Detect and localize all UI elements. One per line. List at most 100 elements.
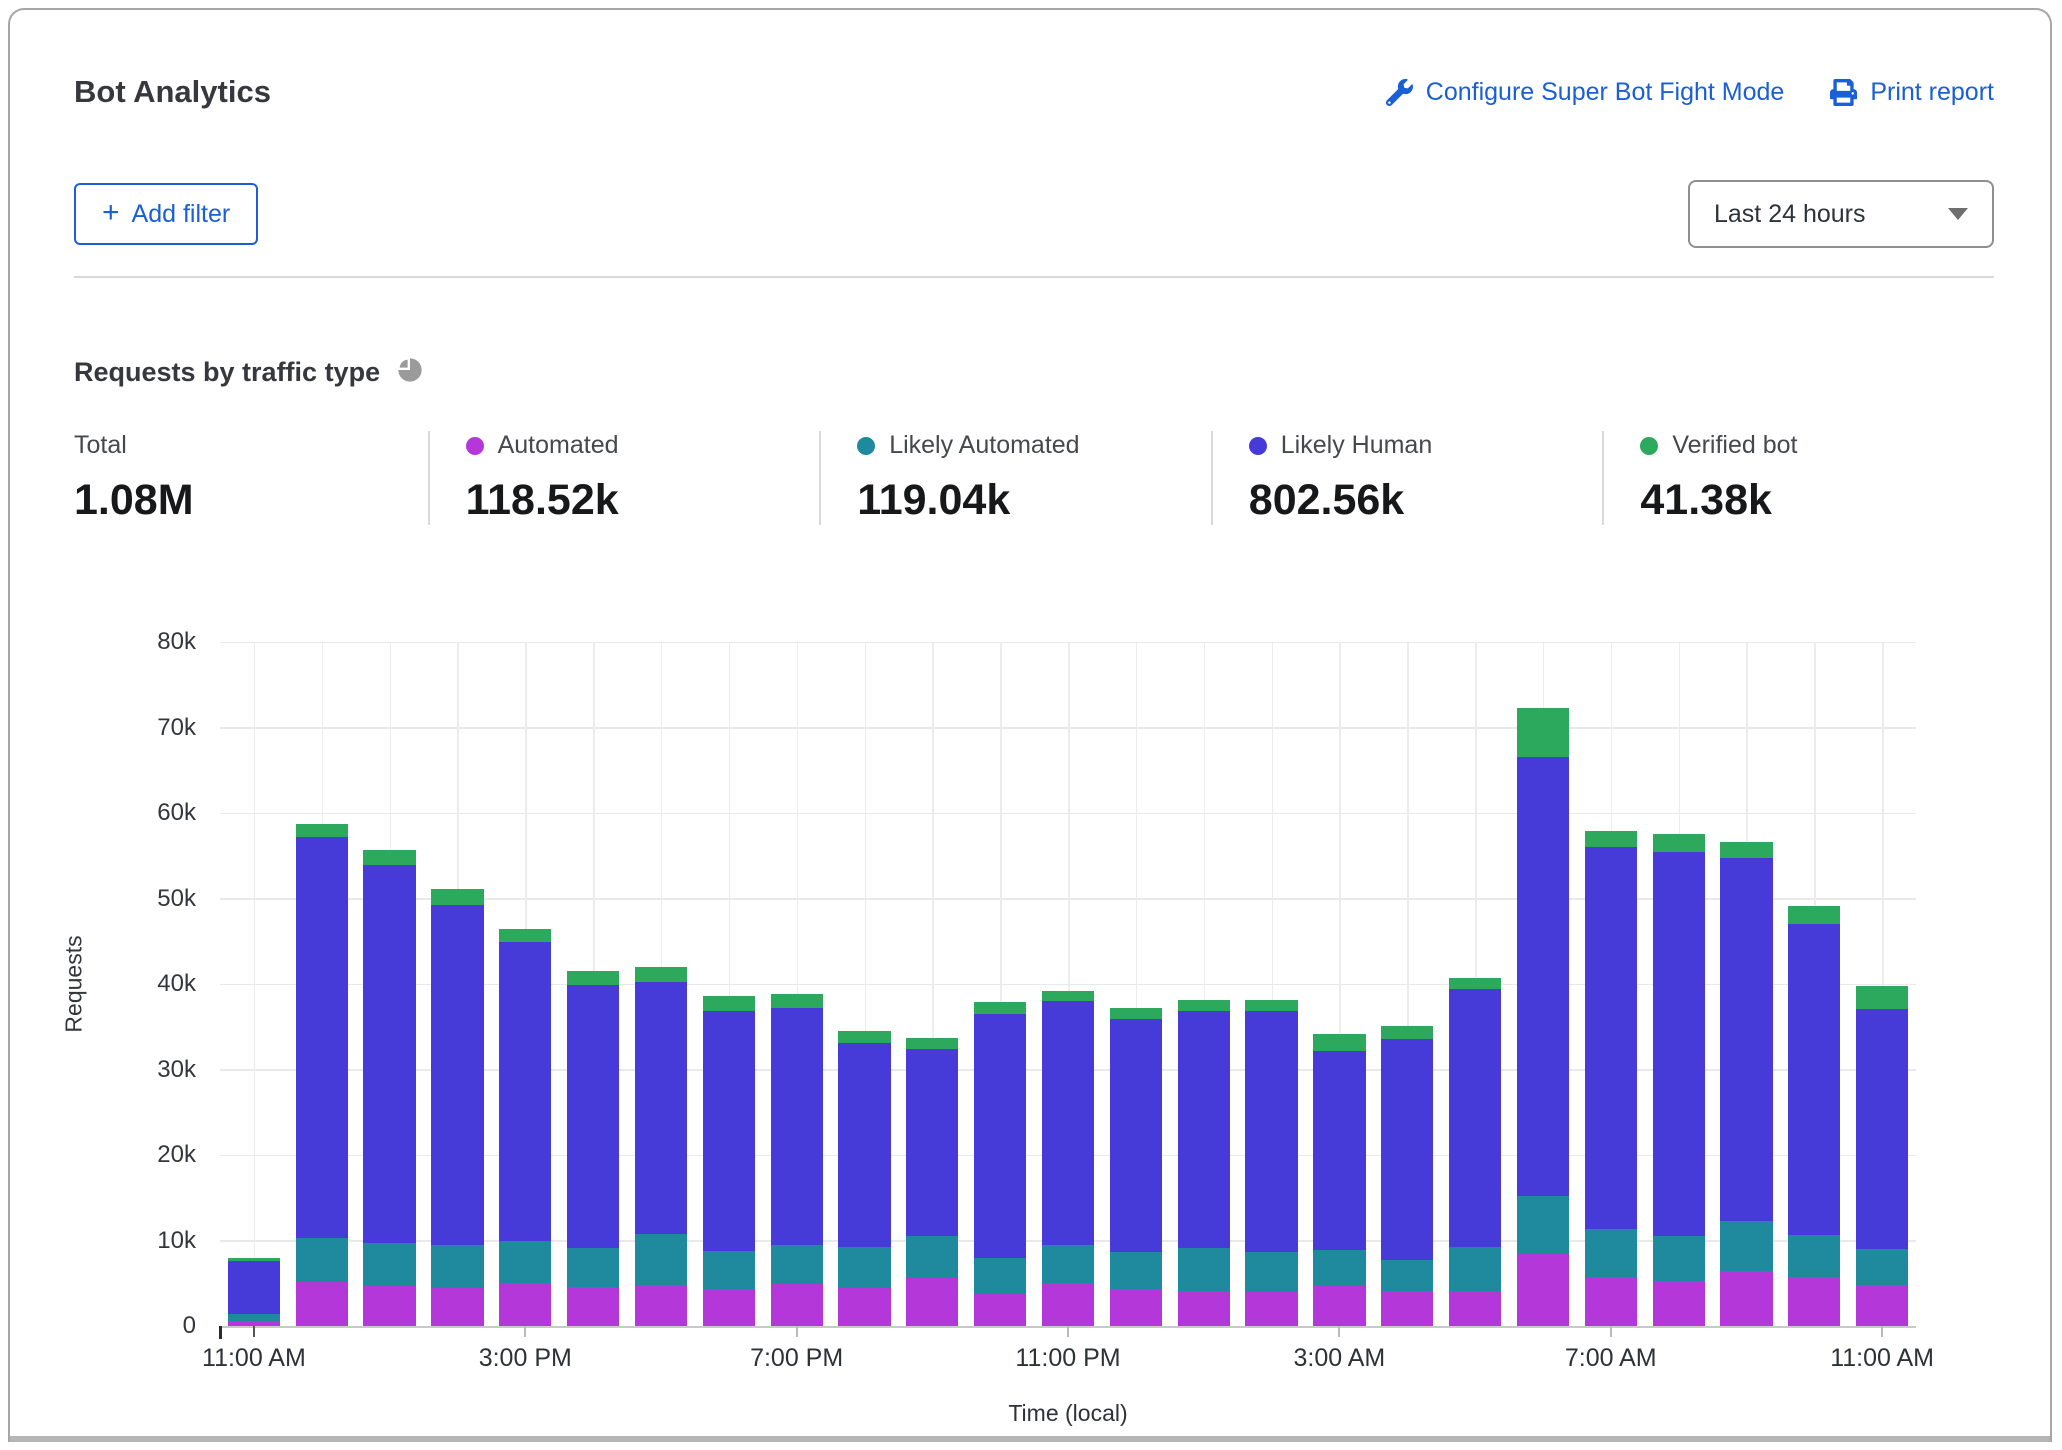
bar-segment-likely-human (703, 1011, 755, 1251)
x-tick-mark (253, 1326, 255, 1337)
y-axis-title: Requests (61, 935, 88, 1032)
stat-automated-value: 118.52k (466, 476, 820, 525)
bar-segment-likely-automated (296, 1238, 348, 1282)
bar-segment-likely-automated (1856, 1249, 1908, 1285)
bar-hour-9 (763, 642, 831, 1326)
requests-chart: Requests 010k20k30k40k50k60k70k80k 11:00… (220, 642, 1916, 1427)
bar-stack (703, 642, 755, 1326)
pie-chart-icon (396, 356, 424, 389)
y-tick-label: 10k (108, 1227, 196, 1255)
bar-segment-likely-automated (228, 1314, 280, 1321)
bar-hour-7 (627, 642, 695, 1326)
bar-segment-automated (1245, 1292, 1297, 1326)
page-title: Bot Analytics (74, 74, 271, 110)
bar-segment-likely-human (228, 1261, 280, 1314)
bar-segment-verified-bot (431, 889, 483, 905)
bar-segment-likely-automated (1653, 1236, 1705, 1280)
main-section: Requests by traffic type Total 1.08M Aut… (10, 278, 2050, 1427)
y-tick-label: 20k (108, 1141, 196, 1169)
bar-segment-likely-human (906, 1049, 958, 1236)
bar-segment-verified-bot (499, 929, 551, 942)
bar-stack (1585, 642, 1637, 1326)
bar-segment-verified-bot (1042, 991, 1094, 1001)
bar-segment-automated (974, 1294, 1026, 1326)
stat-verified-bot-value: 41.38k (1640, 476, 1994, 525)
stat-verified-bot-label: Verified bot (1672, 431, 1797, 460)
bot-analytics-card: Bot Analytics Configure Super Bot Fight … (8, 8, 2052, 1442)
x-tick-mark (1881, 1326, 1883, 1337)
x-axis-title: Time (local) (220, 1400, 1916, 1427)
bar-segment-automated (1653, 1281, 1705, 1326)
bar-stack (228, 642, 280, 1326)
print-report-link[interactable]: Print report (1830, 78, 1994, 107)
x-tick-label: 3:00 AM (1293, 1344, 1385, 1373)
bar-segment-likely-human (1110, 1019, 1162, 1252)
bar-segment-likely-human (1720, 858, 1772, 1221)
bar-hour-8 (695, 642, 763, 1326)
bar-stack (1449, 642, 1501, 1326)
stat-likely-human: Likely Human 802.56k (1211, 431, 1603, 525)
y-tick-label: 60k (108, 799, 196, 827)
bar-segment-automated (1042, 1283, 1094, 1326)
bar-stack (635, 642, 687, 1326)
y-tick-label: 50k (108, 885, 196, 913)
bar-stack (1042, 642, 1094, 1326)
bar-segment-automated (296, 1282, 348, 1326)
bar-segment-automated (1178, 1291, 1230, 1326)
bar-hour-19 (1441, 642, 1509, 1326)
bar-segment-automated (1313, 1286, 1365, 1326)
bar-segment-automated (906, 1278, 958, 1326)
bar-segment-verified-bot (567, 971, 619, 985)
bar-segment-likely-automated (974, 1258, 1026, 1294)
bar-segment-automated (771, 1284, 823, 1326)
bar-segment-likely-human (363, 865, 415, 1243)
bar-segment-likely-automated (1449, 1247, 1501, 1291)
bar-hour-2 (288, 642, 356, 1326)
bar-segment-likely-human (1585, 847, 1637, 1228)
bar-segment-automated (363, 1286, 415, 1326)
print-link-label: Print report (1870, 78, 1994, 107)
bar-segment-verified-bot (1245, 1000, 1297, 1011)
bar-segment-likely-human (1449, 989, 1501, 1246)
bar-stack (838, 642, 890, 1326)
bar-segment-verified-bot (1653, 834, 1705, 852)
bar-stack (974, 642, 1026, 1326)
bar-segment-verified-bot (296, 824, 348, 837)
bar-stack (771, 642, 823, 1326)
x-tick-label: 3:00 PM (479, 1344, 572, 1373)
x-tick-mark (524, 1326, 526, 1337)
bar-segment-likely-automated (1042, 1245, 1094, 1283)
bar-segment-automated (1856, 1285, 1908, 1326)
x-tick-label: 7:00 PM (750, 1344, 843, 1373)
bar-segment-verified-bot (906, 1038, 958, 1049)
bar-segment-automated (838, 1288, 890, 1326)
bar-stack (1517, 642, 1569, 1326)
printer-icon (1830, 79, 1857, 106)
bar-stack (363, 642, 415, 1326)
bar-segment-automated (228, 1321, 280, 1326)
x-tick-mark (796, 1326, 798, 1337)
bar-series (220, 642, 1916, 1326)
y-tick-label: 0 (108, 1312, 196, 1340)
time-range-dropdown[interactable]: Last 24 hours (1688, 180, 1994, 248)
bar-segment-likely-human (1042, 1001, 1094, 1245)
bar-segment-automated (431, 1288, 483, 1326)
bar-hour-10 (831, 642, 899, 1326)
bar-segment-likely-automated (1381, 1260, 1433, 1291)
likely-automated-dot-icon (857, 437, 875, 455)
bar-segment-likely-human (1856, 1009, 1908, 1249)
bar-segment-likely-automated (635, 1234, 687, 1285)
stat-verified-bot: Verified bot 41.38k (1602, 431, 1994, 525)
bar-segment-likely-automated (1788, 1235, 1840, 1278)
add-filter-button[interactable]: + Add filter (74, 183, 258, 245)
bar-segment-verified-bot (635, 967, 687, 982)
bar-segment-automated (1110, 1289, 1162, 1326)
verified-bot-dot-icon (1640, 437, 1658, 455)
bar-hour-22 (1645, 642, 1713, 1326)
bar-segment-likely-automated (567, 1248, 619, 1286)
bar-stack (1313, 642, 1365, 1326)
bar-segment-automated (567, 1287, 619, 1326)
bar-segment-likely-human (499, 942, 551, 1241)
configure-super-bot-fight-mode-link[interactable]: Configure Super Bot Fight Mode (1386, 78, 1785, 107)
bar-stack (431, 642, 483, 1326)
